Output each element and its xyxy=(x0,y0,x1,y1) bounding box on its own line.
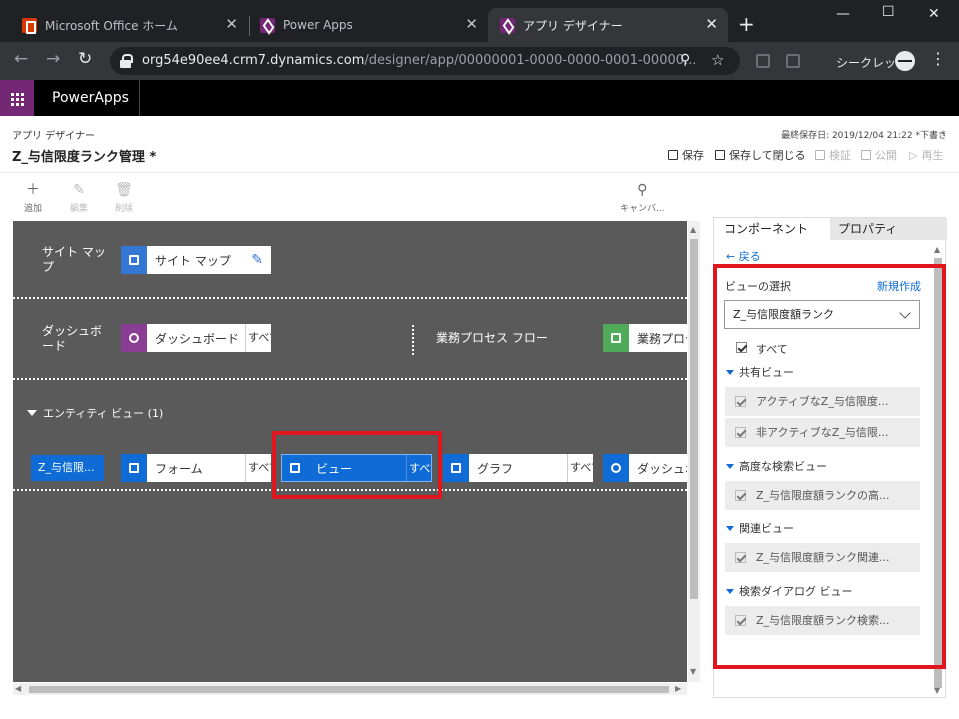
save-icon xyxy=(668,150,678,160)
close-icon[interactable]: ✕ xyxy=(465,17,478,32)
chart-icon xyxy=(443,454,469,482)
scroll-thumb[interactable] xyxy=(690,239,698,599)
entity-dashboard-card[interactable]: ダッシュボ xyxy=(603,454,687,482)
extension-icon[interactable] xyxy=(786,54,800,68)
forward-arrow-icon[interactable]: → xyxy=(46,51,60,68)
close-icon[interactable]: ✕ xyxy=(225,17,238,32)
tab-title: アプリ デザイナー xyxy=(523,18,623,33)
product-title[interactable]: PowerApps xyxy=(52,90,129,106)
scroll-down-icon[interactable]: ▼ xyxy=(690,667,696,676)
search-icon: ⚲ xyxy=(637,182,648,198)
canvas-horizontal-scrollbar[interactable]: ◀ ▶ xyxy=(13,683,687,695)
dashboard-icon xyxy=(603,454,629,482)
dashboard-all-toggle[interactable]: すべて xyxy=(245,324,271,352)
search-canvas-button[interactable]: ⚲ キャンバ... xyxy=(620,183,665,214)
trash-icon: 🗑 xyxy=(115,182,133,198)
browser-tab-bar: Microsoft Office ホーム ✕ Power Apps ✕ アプリ … xyxy=(0,0,959,42)
collapse-triangle-icon xyxy=(27,410,37,416)
plus-icon: ＋ xyxy=(26,182,40,198)
designer-toolbar: ＋追加 ✎ 編集 🗑 削除 ⚲ キャンバ... xyxy=(0,172,959,216)
play-icon: ▷ xyxy=(909,148,918,162)
play-button[interactable]: ▷ 再生 xyxy=(909,147,943,163)
dashboard-row-label: ダッシュボード xyxy=(42,324,103,353)
row-divider xyxy=(13,297,687,299)
tab-components[interactable]: コンポーネント xyxy=(714,218,830,240)
window-close-icon[interactable]: ✕ xyxy=(928,6,940,22)
tab-title: Power Apps xyxy=(283,18,353,32)
designer-caption: アプリ デザイナー xyxy=(12,131,95,142)
app-launcher-icon[interactable] xyxy=(0,80,34,116)
validate-icon xyxy=(815,150,825,160)
zoom-search-icon[interactable]: ⚲ xyxy=(680,52,690,68)
new-tab-icon[interactable]: + xyxy=(738,14,755,34)
dashboard-icon xyxy=(121,324,147,352)
form-icon xyxy=(121,454,147,482)
scroll-thumb[interactable] xyxy=(29,686,669,693)
url-omnibox[interactable]: org54e90ee4.crm7.dynamics.com/designer/a… xyxy=(110,47,740,75)
scroll-left-icon[interactable]: ◀ xyxy=(15,684,21,693)
address-bar: ← → ↻ org54e90ee4.crm7.dynamics.com/desi… xyxy=(0,42,959,80)
publish-button[interactable]: 公開 xyxy=(861,147,897,163)
dashboard-card[interactable]: ダッシュボード すべて xyxy=(121,324,271,352)
office-icon xyxy=(22,17,37,34)
powerapps-icon xyxy=(500,17,515,33)
entity-view-header[interactable]: エンティティ ビュー (1) xyxy=(27,405,163,421)
incognito-icon[interactable] xyxy=(895,51,915,71)
form-card[interactable]: フォーム すべて xyxy=(121,454,271,482)
reload-icon[interactable]: ↻ xyxy=(78,51,92,68)
delete-button[interactable]: 🗑 削除 xyxy=(115,183,133,214)
back-arrow-icon: ← xyxy=(726,250,739,263)
back-link[interactable]: ← 戻る xyxy=(726,248,761,264)
extension-icon[interactable] xyxy=(756,54,770,68)
lock-icon xyxy=(120,54,133,68)
publish-icon xyxy=(861,150,871,160)
tab-office-home[interactable]: Microsoft Office ホーム ✕ xyxy=(8,8,248,42)
row-divider xyxy=(13,378,687,380)
scroll-up-icon[interactable]: ▲ xyxy=(934,245,940,254)
bpf-row-label: 業務プロセス フロー xyxy=(436,331,548,345)
process-flow-icon xyxy=(603,324,629,352)
chart-all-toggle[interactable]: すべて xyxy=(567,454,593,482)
sitemap-row-label: サイト マップ xyxy=(42,245,106,274)
last-saved-status: 最終保存日: 2019/12/04 21:22 *下書き xyxy=(781,131,947,141)
scroll-right-icon[interactable]: ▶ xyxy=(675,684,681,693)
tab-power-apps[interactable]: Power Apps ✕ xyxy=(250,8,488,42)
save-button[interactable]: 保存 xyxy=(668,147,704,163)
edit-sitemap-pencil-icon[interactable]: ✎ xyxy=(251,252,263,268)
browser-menu-icon[interactable]: ⋮ xyxy=(930,51,946,67)
minimize-icon[interactable]: — xyxy=(836,6,850,22)
map-icon xyxy=(121,246,147,274)
highlight-box xyxy=(272,431,442,499)
tab-title: Microsoft Office ホーム xyxy=(45,18,178,33)
save-and-close-button[interactable]: 保存して閉じる xyxy=(715,147,806,163)
page-title: Z_与信限度ランク管理 * xyxy=(12,150,157,165)
edit-button[interactable]: ✎ 編集 xyxy=(70,183,88,214)
chart-card[interactable]: グラフ すべて xyxy=(443,454,593,482)
close-icon[interactable]: ✕ xyxy=(705,17,718,32)
scroll-up-icon[interactable]: ▲ xyxy=(690,225,696,234)
save-close-icon xyxy=(715,150,725,160)
bookmark-star-icon[interactable]: ☆ xyxy=(711,51,724,69)
sitemap-card[interactable]: サイト マップ ✎ xyxy=(121,246,271,274)
bpf-card[interactable]: 業務プロセ xyxy=(603,324,687,352)
form-all-toggle[interactable]: すべて xyxy=(245,454,271,482)
header-divider xyxy=(139,80,140,116)
url-text[interactable]: org54e90ee4.crm7.dynamics.com/designer/a… xyxy=(142,53,696,68)
powerapps-icon xyxy=(260,17,275,33)
maximize-icon[interactable]: ☐ xyxy=(882,4,895,20)
validate-button[interactable]: 検証 xyxy=(815,147,851,163)
tab-app-designer[interactable]: アプリ デザイナー ✕ xyxy=(488,8,728,42)
column-divider xyxy=(412,325,414,355)
scroll-down-icon[interactable]: ▼ xyxy=(934,686,940,695)
entity-button[interactable]: Z_与信限... xyxy=(31,455,104,481)
tab-properties[interactable]: プロパティ xyxy=(830,218,947,240)
pencil-icon: ✎ xyxy=(73,182,85,198)
highlight-box xyxy=(713,264,946,669)
powerapps-header: PowerApps xyxy=(0,80,959,116)
canvas-vertical-scrollbar[interactable]: ▲ ▼ xyxy=(688,221,700,682)
add-button[interactable]: ＋追加 xyxy=(24,183,42,214)
back-arrow-icon[interactable]: ← xyxy=(14,51,28,68)
